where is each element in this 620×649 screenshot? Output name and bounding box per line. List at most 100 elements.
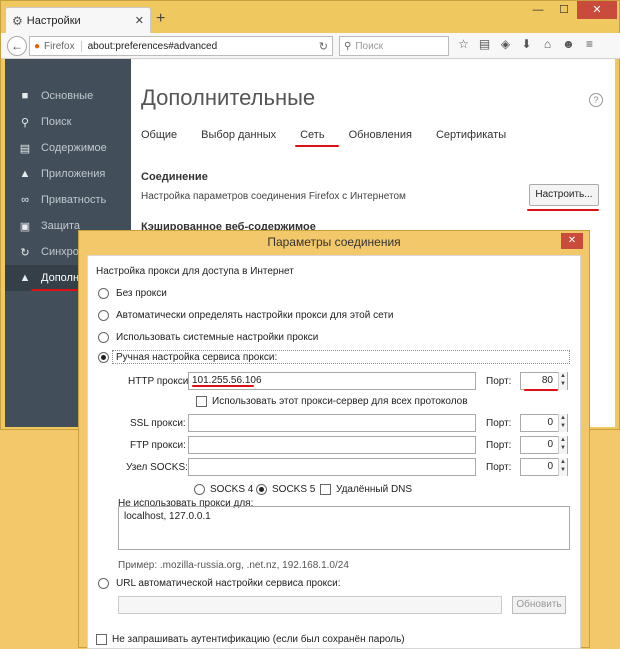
- search-input[interactable]: ⚲ Поиск: [339, 36, 449, 56]
- http-port-spinner[interactable]: ▲ ▼: [558, 372, 567, 390]
- http-proxy-input[interactable]: 101.255.56.106: [188, 372, 476, 390]
- download-icon[interactable]: ⬇: [516, 37, 537, 51]
- socks-host-input[interactable]: [188, 458, 476, 476]
- tab-network[interactable]: Сеть: [300, 129, 324, 141]
- refresh-icon[interactable]: ↻: [319, 40, 328, 53]
- radio-auto-config-url[interactable]: [98, 578, 109, 589]
- sidebar-item-label: Защита: [41, 220, 80, 232]
- radio-system-proxy[interactable]: [98, 332, 109, 343]
- active-tab-underline: [295, 145, 339, 147]
- radio-auto-detect[interactable]: [98, 310, 109, 321]
- ssl-port-label: Порт:: [486, 418, 512, 429]
- highlight-underline: [31, 289, 79, 291]
- dialog-body: Настройка прокси для доступа в Интернет …: [87, 255, 581, 649]
- search-icon: ⚲: [344, 40, 352, 52]
- radio-no-proxy[interactable]: [98, 288, 109, 299]
- minimize-button[interactable]: —: [525, 1, 551, 19]
- auto-detect-label: Автоматически определять настройки прокс…: [116, 310, 394, 321]
- socks-host-label: Узел SOCKS:: [126, 462, 188, 473]
- radio-socks4[interactable]: [194, 484, 205, 495]
- close-window-button[interactable]: ✕: [577, 1, 617, 19]
- connection-heading: Соединение: [141, 171, 208, 183]
- firefox-icon: ●: [34, 40, 41, 52]
- sidebar-item-applications[interactable]: ▲ Приложения: [5, 161, 131, 187]
- lock-icon: ▣: [19, 220, 31, 233]
- hat-icon: ▲: [19, 272, 31, 284]
- preferences-tabs: Общие Выбор данных Сеть Обновления Серти…: [141, 129, 530, 141]
- maximize-button[interactable]: ☐: [551, 1, 577, 19]
- sidebar-item-privacy[interactable]: ∞ Приватность: [5, 187, 131, 213]
- rocket-icon: ▲: [19, 168, 31, 180]
- chat-icon[interactable]: ☻: [558, 37, 579, 51]
- search-placeholder: Поиск: [355, 40, 384, 52]
- bookmarks-list-icon[interactable]: ▤: [474, 37, 495, 51]
- no-auth-prompt-label: Не запрашивать аутентификацию (если был …: [112, 634, 405, 645]
- sidebar-item-search[interactable]: ⚲ Поиск: [5, 109, 131, 135]
- bookmark-star-icon[interactable]: ☆: [453, 37, 474, 51]
- sidebar-item-label: Приложения: [41, 168, 106, 180]
- pocket-icon[interactable]: ◈: [495, 37, 516, 51]
- home-icon[interactable]: ⌂: [537, 37, 558, 51]
- radio-socks5[interactable]: [256, 484, 267, 495]
- window-controls: — ☐ ✕: [525, 1, 617, 19]
- system-proxy-label: Использовать системные настройки прокси: [116, 332, 319, 343]
- ftp-proxy-label: FTP прокси:: [130, 440, 186, 451]
- search-icon: ⚲: [20, 116, 30, 129]
- sidebar-item-general[interactable]: ■ Основные: [5, 83, 131, 109]
- socks-port-label: Порт:: [486, 462, 512, 473]
- auto-config-url-input[interactable]: [118, 596, 502, 614]
- http-value-underline: [192, 385, 254, 387]
- socks4-label: SOCKS 4: [210, 484, 254, 495]
- document-icon: ▤: [19, 142, 31, 155]
- no-auth-prompt-checkbox[interactable]: [96, 634, 107, 645]
- sync-icon: ↻: [20, 246, 30, 259]
- no-proxy-example: Пример: .mozilla-russia.org, .net.nz, 19…: [118, 560, 349, 571]
- url-text: about:preferences#advanced: [87, 40, 218, 52]
- configure-connection-button[interactable]: Настроить...: [529, 184, 599, 206]
- ftp-proxy-input[interactable]: [188, 436, 476, 454]
- ftp-port-label: Порт:: [486, 440, 512, 451]
- ftp-port-spinner[interactable]: ▲ ▼: [558, 436, 567, 454]
- sidebar-item-content[interactable]: ▤ Содержимое: [5, 135, 131, 161]
- tab-data-choices[interactable]: Выбор данных: [201, 129, 276, 141]
- use-for-all-checkbox[interactable]: [196, 396, 207, 407]
- url-bar[interactable]: ● Firefox about:preferences#advanced ↻: [29, 36, 333, 56]
- browser-tab[interactable]: ⚙ Настройки ✕: [5, 7, 151, 33]
- dialog-close-button[interactable]: ✕: [561, 233, 583, 249]
- sidebar-item-label: Приватность: [41, 194, 107, 206]
- home-icon: ■: [21, 90, 29, 102]
- button-underline: [527, 209, 599, 211]
- connection-settings-dialog: Параметры соединения ✕ Настройка прокси …: [78, 230, 590, 649]
- url-identity-label: Firefox: [44, 40, 82, 52]
- ssl-proxy-label: SSL прокси:: [130, 418, 186, 429]
- back-button[interactable]: ←: [7, 35, 27, 56]
- sidebar-item-label: Основные: [41, 90, 94, 102]
- reload-button[interactable]: Обновить: [512, 596, 566, 614]
- close-tab-icon[interactable]: ✕: [135, 14, 144, 27]
- tab-title: Настройки: [26, 14, 81, 27]
- gear-icon: ⚙: [12, 13, 23, 28]
- mask-icon: ∞: [21, 194, 29, 206]
- tab-certificates[interactable]: Сертификаты: [436, 129, 506, 141]
- tab-update[interactable]: Обновления: [349, 129, 412, 141]
- tab-general[interactable]: Общие: [141, 129, 177, 141]
- navigation-bar: ← ● Firefox about:preferences#advanced ↻…: [1, 33, 620, 59]
- ssl-proxy-input[interactable]: [188, 414, 476, 432]
- no-proxy-textarea[interactable]: localhost, 127.0.0.1: [118, 506, 570, 550]
- help-icon[interactable]: ?: [589, 93, 603, 107]
- manual-proxy-label: Ручная настройка сервиса прокси:: [116, 352, 278, 363]
- new-tab-button[interactable]: +: [156, 10, 165, 28]
- auto-config-url-label: URL автоматической настройки сервиса про…: [116, 578, 341, 589]
- ssl-port-spinner[interactable]: ▲ ▼: [558, 414, 567, 432]
- sidebar-item-label: Содержимое: [41, 142, 107, 154]
- remote-dns-checkbox[interactable]: [320, 484, 331, 495]
- page-title: Дополнительные: [141, 85, 316, 110]
- no-proxy-label: Без прокси: [116, 288, 167, 299]
- remote-dns-label: Удалённый DNS: [336, 484, 413, 495]
- use-for-all-label: Использовать этот прокси-сервер для всех…: [212, 396, 468, 407]
- proxy-group-label: Настройка прокси для доступа в Интернет: [96, 266, 294, 277]
- radio-manual-proxy[interactable]: [98, 352, 109, 363]
- socks5-label: SOCKS 5: [272, 484, 316, 495]
- menu-icon[interactable]: ≡: [579, 37, 600, 51]
- socks-port-spinner[interactable]: ▲ ▼: [558, 458, 567, 476]
